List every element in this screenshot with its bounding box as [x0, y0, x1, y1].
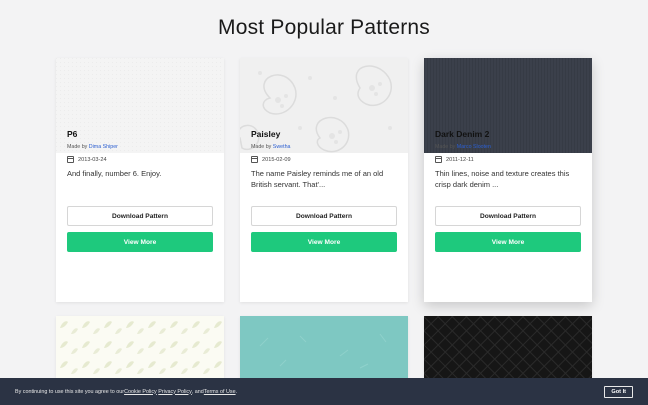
pattern-date: 2013-03-24 [67, 156, 107, 163]
made-by-prefix: Made by [251, 144, 273, 150]
pattern-description: The name Paisley reminds me of an old Br… [251, 169, 384, 189]
made-by: Made by Dima Shiper [67, 144, 118, 150]
pattern-card [240, 316, 408, 378]
pattern-name[interactable]: Dark Denim 2 [435, 129, 489, 139]
pattern-description: And finally, number 6. Enjoy. [67, 169, 162, 178]
date-text: 2013-03-24 [78, 156, 107, 163]
cookie-text-and: , and [191, 388, 204, 395]
pattern-thumbnail[interactable] [56, 316, 224, 378]
author-link[interactable]: Marco Slooten [457, 144, 491, 150]
pattern-card: P6 Made by Dima Shiper 2013-03-24 And fi… [56, 58, 224, 302]
pattern-card [424, 316, 592, 378]
pattern-date: 2011-12-11 [435, 156, 474, 163]
made-by-prefix: Made by [67, 144, 89, 150]
pattern-date: 2015-02-09 [251, 156, 291, 163]
cookie-text-end: . [235, 388, 238, 395]
got-it-button[interactable]: Got It [604, 386, 633, 398]
page-title: Most Popular Patterns [218, 16, 430, 39]
date-text: 2015-02-09 [262, 156, 291, 163]
cookie-consent-bar: By continuing to use this site you agree… [0, 378, 648, 405]
calendar-icon [251, 156, 258, 163]
pattern-thumbnail-image [56, 58, 224, 153]
calendar-icon [67, 156, 74, 163]
cookie-policy-link[interactable]: Cookie Policy [124, 389, 157, 395]
pattern-thumbnail[interactable] [240, 316, 408, 378]
author-link[interactable]: Dima Shiper [89, 144, 118, 150]
made-by-prefix: Made by [435, 144, 457, 150]
download-pattern-button[interactable]: Download Pattern [435, 206, 581, 226]
view-more-button[interactable]: View More [251, 232, 397, 252]
pattern-thumbnail-image [240, 316, 408, 378]
pattern-description: Thin lines, noise and texture creates th… [435, 169, 570, 189]
privacy-policy-link[interactable]: Privacy Policy [158, 389, 192, 395]
view-more-button[interactable]: View More [67, 232, 213, 252]
made-by: Made by Marco Slooten [435, 144, 491, 150]
pattern-card: Paisley Made by Swetha 2015-02-09 The na… [240, 58, 408, 302]
made-by: Made by Swetha [251, 144, 290, 150]
pattern-thumbnail-image [424, 316, 592, 378]
date-text: 2011-12-11 [446, 156, 474, 163]
pattern-name[interactable]: P6 [67, 129, 77, 139]
author-link[interactable]: Swetha [273, 144, 291, 150]
download-pattern-button[interactable]: Download Pattern [67, 206, 213, 226]
pattern-card [56, 316, 224, 378]
calendar-icon [435, 156, 442, 163]
pattern-card: Dark Denim 2 Made by Marco Slooten 2011-… [424, 58, 592, 302]
pattern-thumbnail[interactable] [56, 58, 224, 153]
cookie-text: By continuing to use this site you agree… [15, 388, 125, 395]
view-more-button[interactable]: View More [435, 232, 581, 252]
pattern-name[interactable]: Paisley [251, 129, 280, 139]
download-pattern-button[interactable]: Download Pattern [251, 206, 397, 226]
terms-of-use-link[interactable]: Terms of Use [204, 389, 236, 395]
pattern-thumbnail-image [56, 316, 224, 378]
pattern-thumbnail[interactable] [424, 316, 592, 378]
